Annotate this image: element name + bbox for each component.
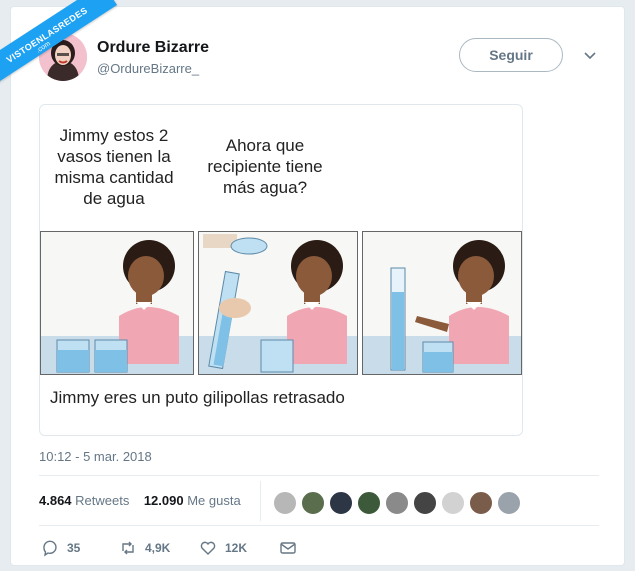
follow-button[interactable]: Seguir: [459, 38, 563, 72]
divider: [39, 525, 599, 526]
retweets-count[interactable]: 4.864: [39, 493, 72, 508]
message-icon[interactable]: [279, 539, 297, 557]
liker-avatar[interactable]: [497, 491, 521, 515]
like-action[interactable]: 12K: [199, 539, 247, 557]
like-icon[interactable]: [199, 539, 217, 557]
tweet-timestamp[interactable]: 10:12 - 5 mar. 2018: [39, 449, 152, 464]
liker-avatar[interactable]: [357, 491, 381, 515]
chevron-down-icon[interactable]: [582, 47, 598, 63]
retweet-count: 4,9K: [145, 541, 171, 555]
liker-avatar[interactable]: [469, 491, 493, 515]
likes-label[interactable]: Me gusta: [187, 493, 240, 508]
tweet-stats: 4.864 Retweets 12.090 Me gusta: [39, 493, 241, 508]
retweet-action[interactable]: 4,9K: [119, 539, 170, 557]
reply-icon[interactable]: [41, 539, 59, 557]
reply-count: 35: [67, 541, 81, 555]
comic-panel-2: [198, 231, 358, 375]
reply-action[interactable]: 35: [41, 539, 80, 557]
retweets-label[interactable]: Retweets: [75, 493, 129, 508]
like-count: 12K: [225, 541, 248, 555]
tweet-card: Ordure Bizarre @OrdureBizarre_ Seguir Ji…: [10, 6, 625, 566]
comic-caption-2: Ahora que recipiente tiene más agua?: [207, 136, 323, 197]
likes-count[interactable]: 12.090: [144, 493, 184, 508]
liker-avatar[interactable]: [385, 491, 409, 515]
liker-avatar[interactable]: [441, 491, 465, 515]
message-action[interactable]: [279, 539, 297, 557]
comic-panel-1: [40, 231, 194, 375]
divider: [39, 475, 599, 476]
comic-panel-1-art: [41, 240, 193, 374]
retweet-icon[interactable]: [119, 539, 137, 557]
comic-caption-1: Jimmy estos 2 vasos tienen la misma cant…: [54, 126, 174, 208]
author-name[interactable]: Ordure Bizarre: [97, 39, 209, 57]
author-handle[interactable]: @OrdureBizarre_: [97, 61, 199, 76]
liker-avatar[interactable]: [273, 491, 297, 515]
comic-caption-3: Jimmy eres un puto gilipollas retrasado: [50, 388, 345, 407]
stats-separator: [260, 481, 261, 521]
tweet-image-comic[interactable]: Jimmy estos 2 vasos tienen la misma cant…: [39, 104, 523, 436]
comic-panel-3-art: [363, 240, 521, 374]
comic-panel-2-art: [199, 234, 357, 374]
liker-avatar[interactable]: [413, 491, 437, 515]
comic-panel-3: [362, 231, 522, 375]
liker-avatar[interactable]: [301, 491, 325, 515]
liker-avatar[interactable]: [329, 491, 353, 515]
